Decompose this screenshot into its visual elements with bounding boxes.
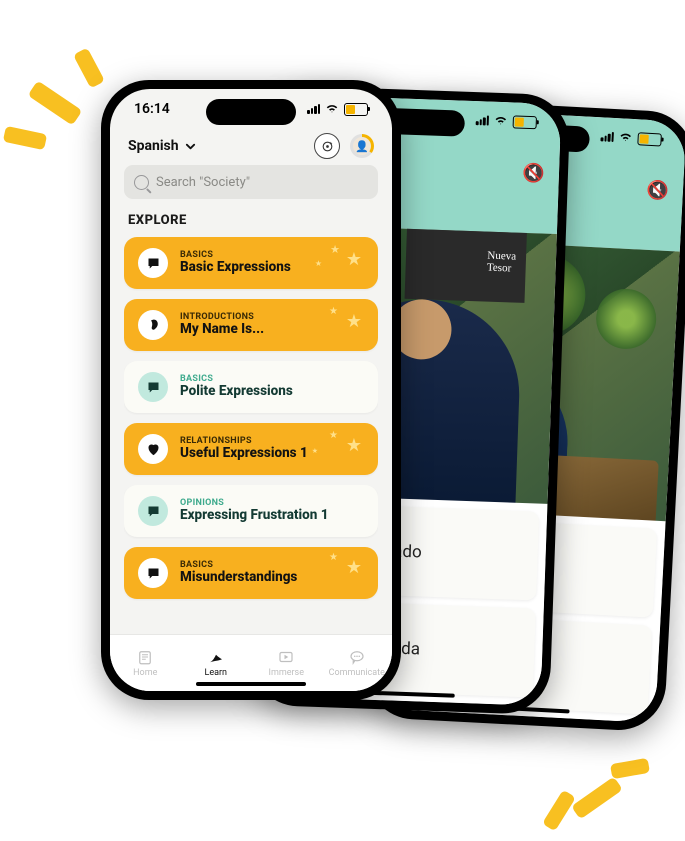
battery-icon (513, 115, 537, 129)
language-selector[interactable]: Spanish (128, 138, 196, 154)
wifi-icon (325, 102, 339, 116)
target-icon (321, 140, 334, 153)
home-indicator (196, 682, 306, 686)
chevron-down-icon (185, 141, 196, 152)
star-decoration: ★ ★ (298, 303, 368, 339)
mute-icon[interactable]: 🔇 (522, 163, 545, 185)
tab-label: Immerse (269, 668, 304, 678)
signal-icon (307, 104, 320, 114)
card-title: Basic Expressions (180, 260, 291, 276)
tab-label: Communicate (329, 668, 385, 678)
card-title: Misunderstandings (180, 570, 297, 586)
tab-label: Learn (204, 668, 227, 678)
lesson-card-misunderstandings[interactable]: BASICS Misunderstandings ★ ★ (124, 547, 378, 599)
tab-home[interactable]: Home (115, 648, 175, 678)
heart-icon (138, 434, 168, 464)
mute-icon[interactable]: 🔇 (646, 180, 669, 202)
tab-label: Home (133, 668, 157, 678)
section-header-explore: EXPLORE (128, 213, 187, 228)
wave-icon (138, 310, 168, 340)
message-icon (138, 372, 168, 402)
message-icon (138, 248, 168, 278)
status-time: 16:14 (134, 101, 170, 117)
status-bar-right (600, 129, 662, 146)
lesson-card-expressing-frustration[interactable]: OPINIONS Expressing Frustration 1 (124, 485, 378, 537)
signal-icon (600, 131, 614, 142)
lesson-card-polite-expressions[interactable]: BASICS Polite Expressions (124, 361, 378, 413)
search-placeholder: Search "Society" (156, 175, 250, 190)
wifi-icon (494, 114, 508, 128)
card-title: My Name Is... (180, 322, 264, 338)
signal-icon (476, 115, 489, 125)
dynamic-island (206, 99, 296, 125)
immerse-icon (277, 648, 295, 666)
lesson-card-useful-expressions[interactable]: RELATIONSHIPS Useful Expressions 1 ★ ★ ★ (124, 423, 378, 475)
message-icon (138, 558, 168, 588)
wifi-icon (618, 130, 633, 145)
battery-icon (344, 103, 368, 116)
star-decoration: ★ ★ ★ (298, 241, 368, 277)
tab-learn[interactable]: Learn (186, 648, 246, 678)
star-decoration: ★ ★ ★ (298, 427, 368, 463)
lesson-card-basic-expressions[interactable]: BASICS Basic Expressions ★ ★ ★ (124, 237, 378, 289)
tab-immerse[interactable]: Immerse (256, 648, 316, 678)
card-title: Useful Expressions 1 (180, 446, 308, 462)
star-decoration: ★ ★ (298, 551, 368, 587)
streak-button[interactable] (314, 133, 340, 159)
learn-icon (207, 648, 225, 666)
avatar-icon: 👤 (353, 137, 371, 155)
lesson-list: BASICS Basic Expressions ★ ★ ★ INTRODUCT… (124, 237, 378, 635)
battery-icon (637, 132, 662, 146)
tab-communicate[interactable]: Communicate (327, 648, 387, 678)
home-icon (136, 648, 154, 666)
status-bar-right (476, 113, 537, 129)
language-label: Spanish (128, 138, 179, 154)
message-icon (138, 496, 168, 526)
accent-burst-bottom-right (535, 716, 655, 826)
communicate-icon (348, 648, 366, 666)
search-icon (134, 175, 149, 190)
profile-button[interactable]: 👤 (350, 134, 374, 158)
card-title: Polite Expressions (180, 384, 293, 400)
search-input[interactable]: Search "Society" (124, 165, 378, 199)
lesson-card-my-name-is[interactable]: INTRODUCTIONS My Name Is... ★ ★ (124, 299, 378, 351)
phone-frame-1: 16:14 Spanish 👤 (101, 80, 401, 700)
card-title: Expressing Frustration 1 (180, 508, 329, 524)
